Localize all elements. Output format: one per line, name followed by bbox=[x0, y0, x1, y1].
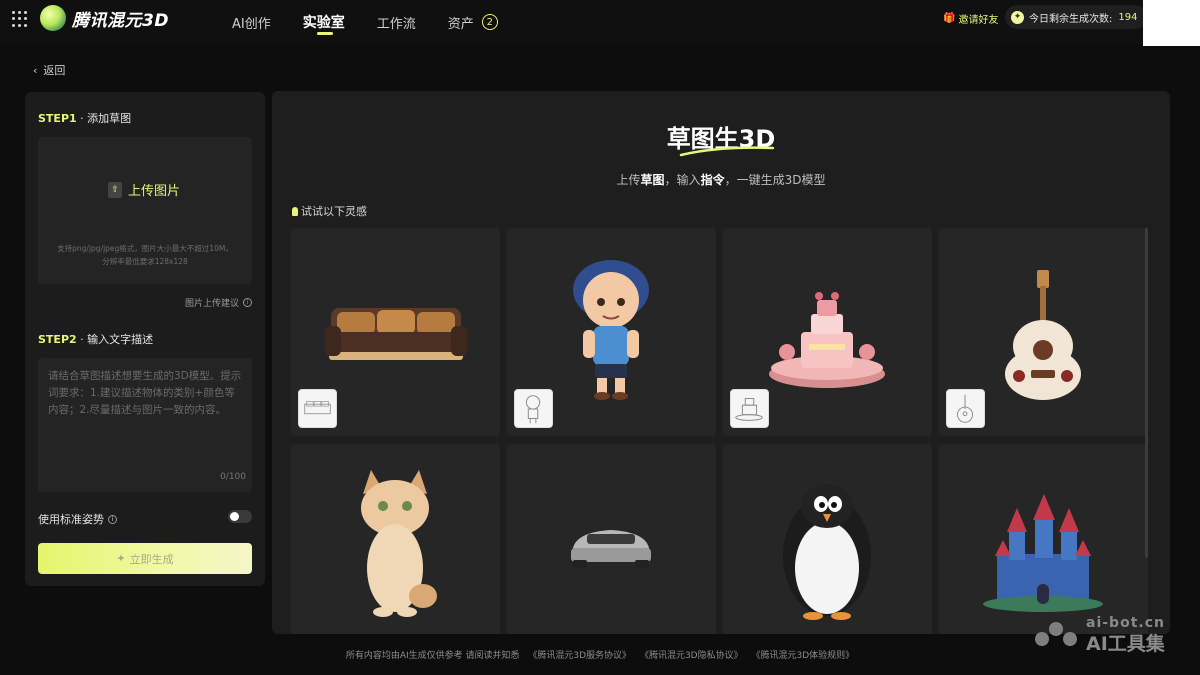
inspiration-card-penguin[interactable] bbox=[723, 444, 932, 634]
step1-heading: STEP1 · 添加草图 bbox=[38, 110, 131, 126]
service-agreement-link[interactable]: 《腾讯混元3D服务协议》 bbox=[528, 651, 631, 661]
logo[interactable]: 腾讯混元3D bbox=[40, 5, 169, 31]
lightbulb-icon bbox=[292, 206, 298, 216]
upload-suggest-label: 图片上传建议 bbox=[184, 299, 239, 309]
gift-icon: 🎁 bbox=[943, 13, 956, 24]
inspiration-card-cake[interactable] bbox=[723, 228, 932, 436]
subtitle-emphasis: 草图 bbox=[640, 173, 665, 187]
nav-lab[interactable]: 实验室 bbox=[303, 0, 345, 44]
upload-image-button[interactable]: ⇧ 上传图片 bbox=[108, 180, 180, 199]
inspire-label: 试试以下灵感 bbox=[301, 205, 367, 218]
asset-count-badge: 2 bbox=[481, 14, 498, 30]
subtitle-part: 上传 bbox=[616, 173, 641, 187]
subtitle-part: ，输入 bbox=[664, 173, 701, 187]
watermark-brand: AI工具集 bbox=[1086, 633, 1165, 655]
back-link[interactable]: ‹ 返回 bbox=[33, 62, 65, 78]
inspiration-card-car[interactable] bbox=[507, 444, 716, 634]
pose-label: 使用标准姿势 bbox=[38, 513, 104, 526]
chevron-left-icon: ‹ bbox=[33, 63, 38, 77]
title-underline-decoration bbox=[679, 146, 775, 157]
watermark-logo-icon bbox=[1035, 622, 1077, 646]
nav-ai-create[interactable]: AI创作 bbox=[232, 0, 271, 44]
sketch-thumbnail bbox=[730, 389, 769, 428]
inspiration-card-cat[interactable] bbox=[291, 444, 500, 634]
invite-friends-link[interactable]: 🎁 邀请好友 bbox=[943, 11, 998, 26]
generate-label: 立即生成 bbox=[129, 553, 174, 566]
quota-value: 194 bbox=[1118, 11, 1138, 23]
nav-label: AI创作 bbox=[232, 16, 271, 32]
main-nav: AI创作 实验室 工作流 资产 2 bbox=[232, 0, 530, 44]
nav-assets[interactable]: 资产 2 bbox=[448, 0, 498, 44]
edge-block bbox=[1143, 0, 1200, 46]
generate-button[interactable]: ✦ 立即生成 bbox=[38, 543, 252, 574]
quota-pill: ✦ 今日剩余生成次数: 194 bbox=[1005, 5, 1148, 29]
upload-suggestion-link[interactable]: 图片上传建议 i bbox=[185, 296, 252, 309]
sparkle-icon: ✦ bbox=[116, 553, 126, 565]
nav-label: 实验室 bbox=[302, 15, 345, 31]
input-panel: STEP1 · 添加草图 ⇧ 上传图片 支持png/jpg/jpeg格式，图片大… bbox=[25, 92, 265, 586]
upload-hint-line-2: 分辨率最低要求128x128 bbox=[102, 257, 188, 266]
step2-label: · 输入文字描述 bbox=[80, 333, 154, 346]
step2-prefix: STEP2 bbox=[38, 333, 77, 346]
step1-label: · 添加草图 bbox=[80, 112, 132, 125]
privacy-agreement-link[interactable]: 《腾讯混元3D隐私协议》 bbox=[640, 651, 743, 661]
subtitle-emphasis: 指令 bbox=[700, 173, 725, 187]
upload-label: 上传图片 bbox=[128, 184, 181, 199]
apps-grid-icon[interactable] bbox=[12, 11, 28, 27]
quota-label: 今日剩余生成次数: bbox=[1029, 13, 1113, 25]
top-bar: 腾讯混元3D AI创作 实验室 工作流 资产 2 🎁 邀请好友 ✦ 今日剩余生成次… bbox=[0, 0, 1200, 44]
penguin-model-image bbox=[783, 484, 871, 620]
cat-model-image bbox=[361, 470, 437, 617]
nav-workflow[interactable]: 工作流 bbox=[377, 0, 416, 44]
sketch-thumbnail bbox=[946, 389, 985, 428]
footer: 所有内容均由AI生成仅供参考 请阅读并知悉 《腾讯混元3D服务协议》 《腾讯混元… bbox=[0, 648, 1200, 661]
inspiration-heading: 试试以下灵感 bbox=[292, 203, 367, 219]
logo-mark-icon bbox=[40, 5, 66, 31]
logo-text: 腾讯混元3D bbox=[72, 10, 169, 31]
nav-label: 资产 bbox=[447, 16, 474, 32]
castle-model-image bbox=[983, 494, 1103, 612]
upload-icon: ⇧ bbox=[108, 181, 122, 198]
page-subtitle: 上传草图，输入指令，一键生成3D模型 bbox=[272, 171, 1170, 188]
watermark: ai-bot.cn AI工具集 bbox=[1030, 615, 1165, 656]
standard-pose-toggle[interactable] bbox=[228, 510, 252, 523]
info-icon: i bbox=[108, 514, 117, 524]
back-label: 返回 bbox=[43, 64, 66, 77]
sketch-thumbnail bbox=[514, 389, 553, 428]
info-icon: i bbox=[243, 298, 252, 307]
inspiration-card-sofa[interactable] bbox=[291, 228, 500, 436]
step1-prefix: STEP1 bbox=[38, 112, 77, 125]
sketch-thumbnail bbox=[298, 389, 337, 428]
subtitle-part: ，一键生成3D模型 bbox=[724, 173, 826, 187]
inspiration-panel: 草图生3D 上传草图，输入指令，一键生成3D模型 试试以下灵感 bbox=[272, 91, 1170, 634]
coin-icon: ✦ bbox=[1011, 10, 1024, 24]
footer-notice: 所有内容均由AI生成仅供参考 请阅读并知悉 bbox=[345, 651, 520, 661]
grid-scrollbar[interactable] bbox=[1145, 228, 1148, 558]
inspiration-card-boy[interactable] bbox=[507, 228, 716, 436]
upload-hint-line-1: 支持png/jpg/jpeg格式，图片大小最大不超过10M， bbox=[57, 244, 233, 253]
inspiration-card-guitar[interactable] bbox=[939, 228, 1148, 436]
inspiration-card-castle[interactable] bbox=[939, 444, 1148, 634]
char-counter: 0/100 bbox=[220, 472, 246, 482]
standard-pose-option: 使用标准姿势 i bbox=[38, 511, 117, 527]
sketch-upload-area[interactable]: ⇧ 上传图片 支持png/jpg/jpeg格式，图片大小最大不超过10M， 分辨… bbox=[38, 137, 252, 284]
step2-heading: STEP2 · 输入文字描述 bbox=[38, 331, 153, 347]
upload-hint: 支持png/jpg/jpeg格式，图片大小最大不超过10M， 分辨率最低要求12… bbox=[38, 242, 252, 268]
nav-label: 工作流 bbox=[376, 16, 416, 32]
invite-label: 邀请好友 bbox=[958, 15, 999, 26]
car-model-image bbox=[571, 530, 651, 568]
experience-rules-link[interactable]: 《腾讯混元3D体验规则》 bbox=[751, 651, 854, 661]
